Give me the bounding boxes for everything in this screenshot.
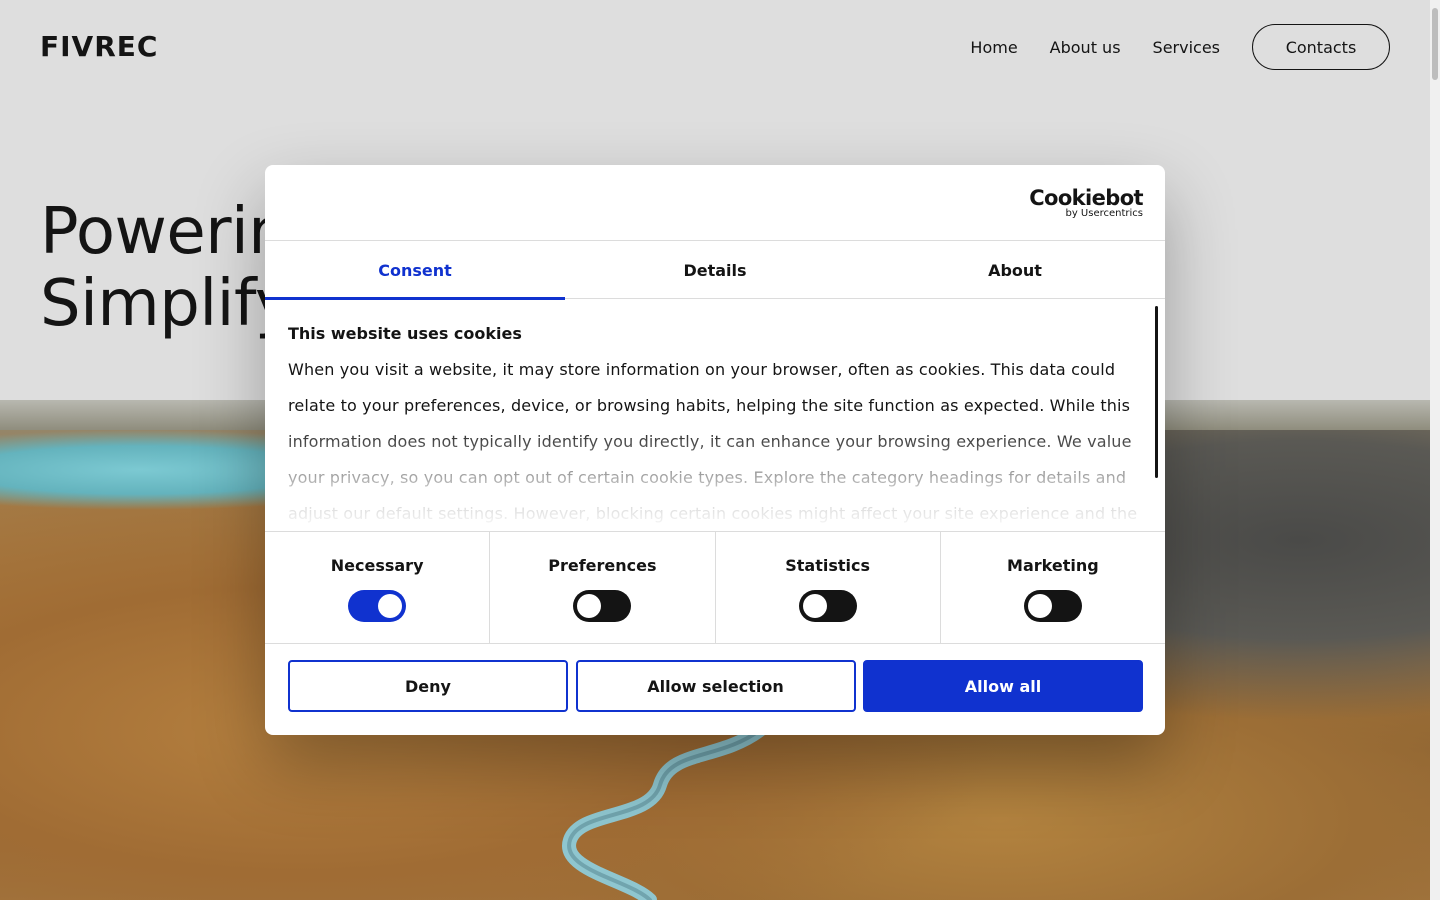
toggle-knob — [1027, 594, 1052, 618]
category-marketing-label: Marketing — [1007, 556, 1099, 575]
tab-consent[interactable]: Consent — [265, 241, 565, 300]
necessary-toggle[interactable] — [348, 590, 407, 622]
marketing-toggle[interactable] — [1023, 590, 1082, 622]
category-statistics-label: Statistics — [785, 556, 870, 575]
consent-actions: Deny Allow selection Allow all — [288, 660, 1143, 712]
deny-button[interactable]: Deny — [288, 660, 568, 712]
tab-details[interactable]: Details — [565, 241, 865, 299]
allow-all-button[interactable]: Allow all — [863, 660, 1143, 712]
tab-about[interactable]: About — [865, 241, 1165, 299]
category-preferences-label: Preferences — [548, 556, 657, 575]
cookie-consent-dialog: Cookiebot by Usercentrics Consent Detail… — [265, 165, 1165, 735]
dialog-tabs: Consent Details About — [265, 241, 1165, 300]
consent-title: This website uses cookies — [288, 324, 522, 343]
dialog-header: Cookiebot by Usercentrics — [265, 165, 1165, 241]
toggle-knob — [577, 594, 602, 618]
preferences-toggle[interactable] — [573, 590, 632, 622]
category-marketing: Marketing — [941, 532, 1165, 643]
consent-content-body: This website uses cookies When you visit… — [288, 324, 1138, 532]
cookiebot-logo-name: Cookiebot — [1029, 186, 1143, 210]
category-preferences: Preferences — [490, 532, 716, 643]
category-necessary: Necessary — [265, 532, 491, 643]
page-scrollbar[interactable] — [1430, 0, 1440, 900]
page-scrollbar-thumb[interactable] — [1432, 8, 1438, 80]
toggle-knob — [802, 594, 827, 618]
allow-selection-button[interactable]: Allow selection — [575, 660, 856, 712]
category-necessary-label: Necessary — [330, 556, 424, 575]
statistics-toggle[interactable] — [798, 590, 857, 622]
toggle-knob — [378, 594, 403, 618]
consent-description: When you visit a website, it may store i… — [288, 360, 1138, 523]
cookiebot-logo[interactable]: Cookiebot by Usercentrics — [1029, 187, 1143, 220]
content-scrollbar[interactable] — [1155, 306, 1158, 478]
consent-content[interactable]: This website uses cookies When you visit… — [265, 300, 1165, 532]
category-statistics: Statistics — [716, 532, 941, 643]
consent-categories: Necessary Preferences Statistics Marketi… — [265, 531, 1165, 644]
